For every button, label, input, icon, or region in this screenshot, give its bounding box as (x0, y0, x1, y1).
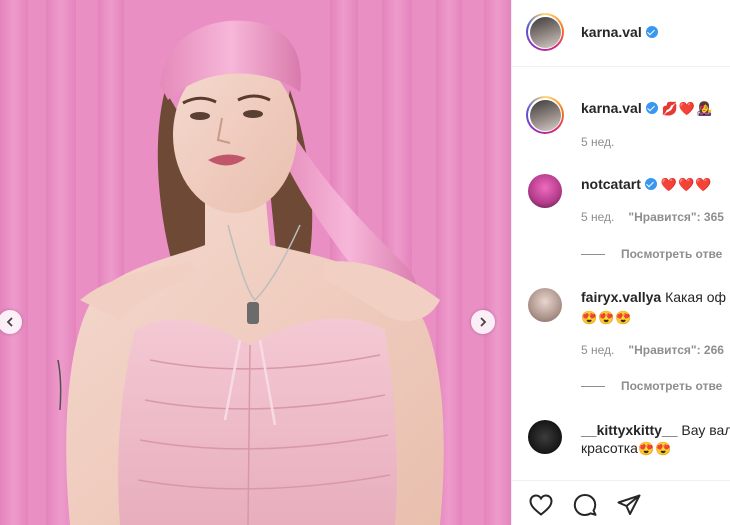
post-side-panel: karna.val karna.val 💋❤️👩‍🎤 5 нед. notcat… (511, 0, 730, 525)
comment-likes[interactable]: "Нравится": 365 (628, 210, 724, 224)
chevron-left-icon (6, 317, 13, 327)
post-photo[interactable] (0, 0, 511, 525)
comment-likes[interactable]: "Нравится": 266 (628, 343, 724, 357)
comment-text: notcatart ❤️❤️❤️ (581, 174, 712, 195)
comment-emojis: 😍😍😍 (581, 310, 633, 325)
caption-time[interactable]: 5 нед. (581, 135, 614, 149)
commenter-username[interactable]: __kittyxkitty__ (581, 422, 678, 438)
comment-emojis: 😍😍 (637, 441, 673, 456)
verified-badge-icon (645, 102, 658, 114)
comment-meta: 5 нед. "Нравится": 365 (581, 210, 724, 224)
comment-time[interactable]: 5 нед. (581, 343, 614, 357)
post-actions (512, 480, 730, 525)
verified-badge-icon (645, 26, 658, 38)
commenter-avatar[interactable] (528, 420, 562, 454)
view-replies-button[interactable]: Посмотреть отве (581, 247, 722, 261)
commenter-username[interactable]: fairyx.vallya (581, 289, 661, 305)
commenter-username[interactable]: notcatart (581, 176, 641, 192)
view-replies-button[interactable]: Посмотреть отве (581, 379, 722, 393)
caption-text: karna.val 💋❤️👩‍🎤 (581, 98, 713, 119)
caption-emojis: 💋❤️👩‍🎤 (661, 101, 714, 116)
replies-divider (581, 254, 605, 256)
verified-badge-icon (644, 178, 657, 190)
next-photo-button[interactable] (471, 310, 495, 334)
caption-username[interactable]: karna.val (581, 100, 642, 116)
comment-icon[interactable] (572, 493, 598, 517)
commenter-avatar[interactable] (528, 288, 562, 322)
comment-meta: 5 нед. "Нравится": 266 (581, 343, 724, 357)
comment-text: __kittyxkitty__ Вау вал (581, 420, 730, 440)
photo-illustration (0, 0, 511, 525)
paper-plane-icon[interactable] (616, 493, 642, 517)
comment-body: Какая оф (665, 289, 726, 305)
comment-body-line2: красотка😍😍 (581, 440, 673, 456)
heart-icon[interactable] (528, 493, 554, 517)
comment-emojis: ❤️❤️❤️ (660, 177, 713, 192)
comment-text: fairyx.vallya Какая оф (581, 287, 726, 307)
replies-divider (581, 386, 605, 388)
comment-body: Вау вал (681, 422, 730, 438)
caption-avatar[interactable] (526, 96, 564, 134)
comment-time[interactable]: 5 нед. (581, 210, 614, 224)
author-username[interactable]: karna.val (581, 24, 658, 40)
commenter-avatar[interactable] (528, 174, 562, 208)
chevron-right-icon (480, 317, 487, 327)
author-avatar[interactable] (526, 13, 564, 51)
post-header: karna.val (512, 0, 730, 67)
